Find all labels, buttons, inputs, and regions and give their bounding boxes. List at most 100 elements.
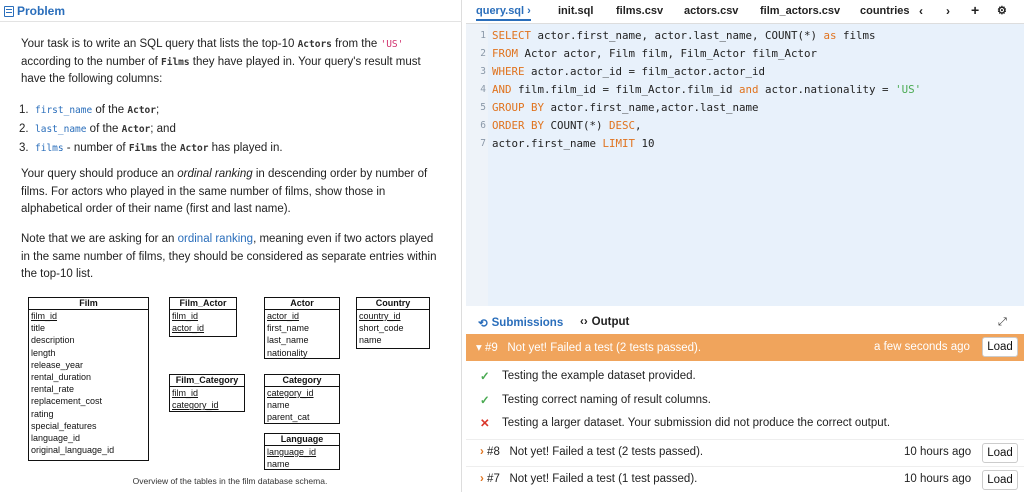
actor-table: Actor actor_id first_name last_name national… bbox=[264, 297, 340, 359]
sql-text: 10 bbox=[635, 137, 655, 150]
submission-time: 10 hours ago bbox=[904, 446, 972, 458]
line-number: 4 bbox=[480, 84, 486, 95]
tab-film-actors-csv[interactable]: film_actors.csv bbox=[760, 5, 840, 17]
sql-text: actor.first_name, actor.last_name, COUNT… bbox=[531, 29, 824, 42]
submission-summary: ▾ #9 Not yet! Failed a test (2 tests pas… bbox=[476, 340, 701, 354]
latest-submission-row[interactable]: ▾ #9 Not yet! Failed a test (2 tests pas… bbox=[466, 334, 1024, 361]
text: of the bbox=[92, 104, 128, 116]
submission-summary: › #8 Not yet! Failed a test (2 tests pas… bbox=[480, 446, 703, 458]
schema-column: release_year bbox=[31, 359, 84, 370]
schema-column: rental_rate bbox=[31, 384, 75, 395]
test-result: ✓ Testing the example dataset provided. bbox=[480, 369, 696, 383]
code-icon: ‹› bbox=[580, 316, 588, 328]
load-button[interactable]: Load bbox=[982, 337, 1018, 357]
tab-films-csv[interactable]: films.csv bbox=[616, 5, 663, 17]
expand-icon[interactable]: ⤢ bbox=[998, 316, 1007, 329]
emphasis: ordinal ranking bbox=[177, 168, 253, 180]
add-tab-icon[interactable]: + bbox=[971, 2, 979, 18]
ranking-paragraph: Your query should produce an ordinal ran… bbox=[21, 166, 439, 219]
schema-column: nationality bbox=[267, 347, 308, 358]
file-tab-bar: query.sql › init.sql films.csv actors.cs… bbox=[466, 0, 1024, 24]
load-button[interactable]: Load bbox=[982, 443, 1018, 463]
submission-number: #7 bbox=[487, 473, 500, 485]
sql-text: actor.actor_id = film_actor.actor_id bbox=[524, 65, 766, 78]
sql-text: actor.nationality = bbox=[758, 83, 896, 96]
schema-column: short_code bbox=[359, 323, 404, 334]
document-icon bbox=[4, 5, 14, 17]
schema-column: language_id bbox=[267, 447, 317, 457]
tab-output[interactable]: ‹› Output bbox=[580, 316, 629, 328]
schema-column: description bbox=[31, 335, 75, 346]
sql-keyword: SELECT bbox=[492, 29, 532, 42]
ordinal-ranking-link[interactable]: ordinal ranking bbox=[178, 233, 253, 245]
problem-tab[interactable]: Problem bbox=[0, 0, 462, 22]
schema-table-name: Actor bbox=[265, 298, 339, 310]
code-last-name: last_name bbox=[35, 124, 87, 135]
sql-text: actor.first_name bbox=[492, 137, 603, 150]
code-actor: Actor bbox=[127, 105, 156, 116]
sql-keyword: FROM bbox=[492, 47, 519, 60]
note-paragraph: Note that we are asking for an ordinal r… bbox=[21, 231, 439, 284]
schema-table-name: Country bbox=[357, 298, 429, 310]
schema-column: title bbox=[31, 323, 46, 334]
problem-tab-text: Problem bbox=[17, 4, 66, 18]
code-films-table: Films bbox=[128, 143, 158, 154]
submission-status: Not yet! Failed a test (2 tests passed). bbox=[507, 342, 702, 354]
tab-label: query.sql bbox=[476, 5, 525, 17]
tab-submissions[interactable]: ⟲ Submissions bbox=[478, 316, 563, 330]
schema-column: film_id bbox=[172, 388, 199, 398]
sql-keyword: and bbox=[739, 83, 759, 96]
sql-text: film.film_id = film_Actor.film_id bbox=[511, 83, 740, 96]
text: - number of bbox=[63, 142, 129, 154]
category-table: Category category_id name parent_cat bbox=[264, 374, 340, 424]
tab-countries[interactable]: countries bbox=[860, 5, 910, 17]
tab-actors-csv[interactable]: actors.csv bbox=[684, 5, 738, 17]
chevron-right-icon: › bbox=[480, 473, 484, 485]
code-line: 2 FROM Actor actor, Film film, Film_Actor… bbox=[466, 45, 1024, 63]
sql-keyword: as bbox=[823, 29, 837, 42]
schema-table-name: Film bbox=[29, 298, 148, 310]
chevron-right-icon[interactable]: › bbox=[946, 4, 950, 18]
submission-row[interactable]: › #7 Not yet! Failed a test (1 test pass… bbox=[466, 466, 1024, 492]
test-text: Testing correct naming of result columns… bbox=[502, 394, 712, 406]
task-paragraph: Your task is to write an SQL query that … bbox=[21, 36, 439, 89]
submissions-header: ⟲ Submissions ‹› Output ⤢ bbox=[466, 310, 1024, 334]
problem-tab-label[interactable]: Problem bbox=[4, 4, 65, 18]
line-number: 7 bbox=[480, 138, 486, 149]
list-item: 2. last_name of the Actor; and bbox=[19, 120, 283, 139]
schema-column: category_id bbox=[267, 388, 314, 398]
sql-text: , bbox=[635, 119, 642, 132]
list-number: 2. bbox=[19, 123, 29, 135]
schema-column: country_id bbox=[359, 311, 401, 321]
text: Your query should produce an bbox=[21, 168, 178, 180]
code-actors: Actors bbox=[297, 39, 332, 50]
chevron-right-icon: › bbox=[480, 446, 484, 458]
code-line: 6 ORDER BY COUNT(*) DESC, bbox=[466, 117, 1024, 135]
code-line: 7 actor.first_name LIMIT 10 bbox=[466, 135, 1024, 153]
schema-column: length bbox=[31, 347, 56, 358]
tab-init-sql[interactable]: init.sql bbox=[558, 5, 593, 17]
schema-column: first_name bbox=[267, 323, 310, 334]
code-text: ORDER BY COUNT(*) DESC, bbox=[492, 117, 642, 135]
sql-text: actor.first_name,actor.last_name bbox=[544, 101, 759, 114]
schema-column: rental_duration bbox=[31, 372, 92, 383]
code-us: 'US' bbox=[380, 39, 404, 50]
sql-keyword: ORDER BY bbox=[492, 119, 545, 132]
gear-icon[interactable]: ⚙ bbox=[997, 4, 1007, 17]
sql-keyword: WHERE bbox=[492, 65, 525, 78]
schema-column: rating bbox=[31, 408, 54, 419]
line-number: 6 bbox=[480, 120, 486, 131]
code-line: 5 GROUP BY actor.first_name,actor.last_na… bbox=[466, 99, 1024, 117]
chevron-left-icon[interactable]: ‹ bbox=[919, 4, 923, 18]
list-item: 3. films - number of Films the Actor has … bbox=[19, 139, 283, 158]
code-text: actor.first_name LIMIT 10 bbox=[492, 135, 655, 153]
sql-keyword: AND bbox=[492, 83, 512, 96]
schema-column: category_id bbox=[172, 400, 219, 411]
code-first-name: first_name bbox=[35, 105, 93, 116]
submission-status: Not yet! Failed a test (2 tests passed). bbox=[509, 446, 704, 458]
tab-query-sql[interactable]: query.sql › bbox=[476, 5, 531, 21]
schema-column: film_id bbox=[31, 311, 58, 321]
list-number: 1. bbox=[19, 104, 29, 116]
submission-row[interactable]: › #8 Not yet! Failed a test (2 tests pas… bbox=[466, 439, 1024, 465]
load-button[interactable]: Load bbox=[982, 470, 1018, 490]
